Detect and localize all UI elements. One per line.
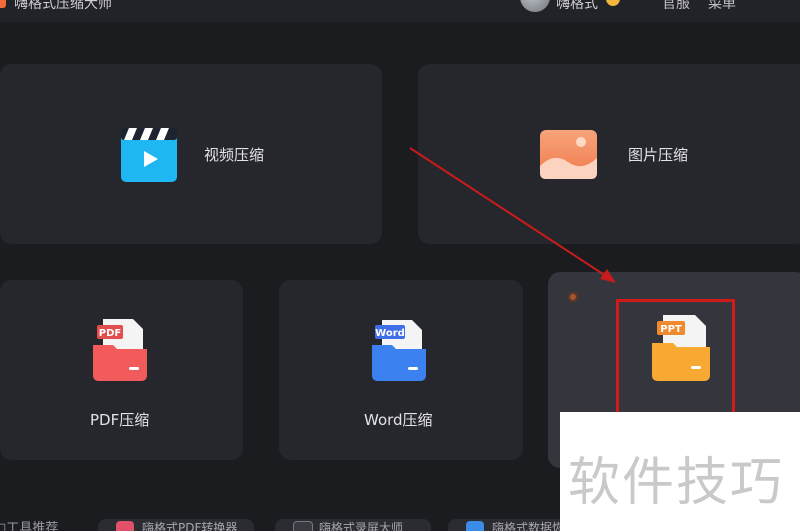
pdf-converter-icon (116, 521, 134, 531)
screen-recorder-icon (293, 521, 313, 531)
recommend-pdf-converter-label: 嗨格式PDF转换器 (142, 521, 238, 531)
recommend-pdf-converter[interactable]: 嗨格式PDF转换器 (98, 519, 254, 531)
recommend-screen-recorder[interactable]: 嗨格式录屏大师 (275, 519, 431, 531)
tool-recommend-title: □工具推荐 (0, 521, 59, 531)
recommend-screen-recorder-label: 嗨格式录屏大师 (319, 521, 404, 531)
data-recovery-icon (466, 521, 484, 531)
watermark-text: 软件技巧 (568, 453, 785, 513)
watermark-panel: 软件技巧 (560, 412, 800, 531)
